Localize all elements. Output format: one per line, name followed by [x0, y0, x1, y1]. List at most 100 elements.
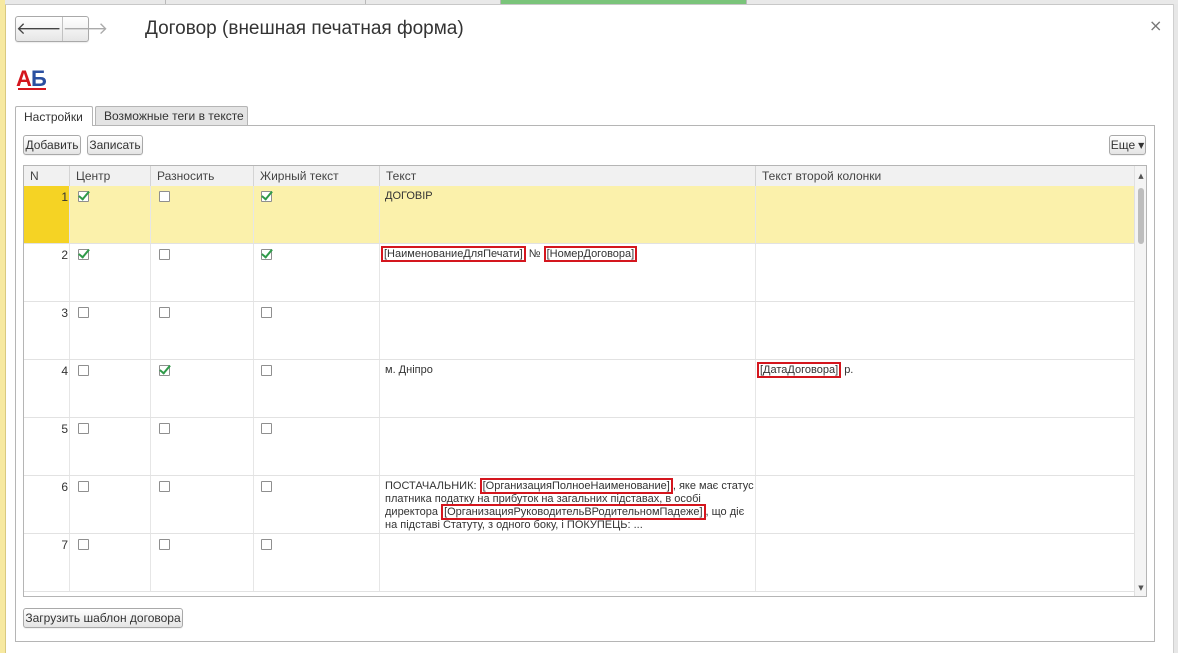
more-button[interactable]: Еще ▼ — [1109, 135, 1146, 155]
cell-text2[interactable] — [756, 418, 1134, 475]
cell-spread — [151, 186, 254, 243]
column-header-center[interactable]: Центр — [70, 166, 151, 186]
center-checkbox[interactable] — [78, 365, 89, 376]
window-tab[interactable] — [365, 0, 501, 4]
navigation-buttons: 🡐 🡒 — [15, 16, 108, 42]
cell-spread — [151, 418, 254, 475]
cell-n: 6 — [24, 476, 70, 533]
cell-spread — [151, 244, 254, 301]
table-row[interactable]: 5 — [24, 418, 1134, 476]
spread-checkbox[interactable] — [159, 423, 170, 434]
logo-letter-a: А — [16, 66, 32, 91]
center-checkbox[interactable] — [78, 481, 89, 492]
cell-center — [70, 186, 151, 243]
close-icon: × — [1149, 16, 1163, 35]
cell-text2[interactable] — [756, 534, 1134, 591]
save-button[interactable]: Записать — [87, 135, 143, 155]
cell-bold — [254, 418, 380, 475]
table-row[interactable]: 6 ПОСТАЧАЛЬНИК: [ОрганизацияПолноеНаимен… — [24, 476, 1134, 534]
spread-checkbox[interactable] — [159, 481, 170, 492]
table-row[interactable]: 3 — [24, 302, 1134, 360]
window-tab[interactable] — [5, 0, 166, 4]
column-header-text2[interactable]: Текст второй колонки — [756, 166, 1134, 186]
close-button[interactable]: × — [1149, 16, 1162, 35]
table-scrollbar[interactable]: ▲ ▼ — [1134, 166, 1146, 596]
column-header-text[interactable]: Текст — [380, 166, 756, 186]
cell-bold — [254, 186, 380, 243]
cell-text[interactable] — [380, 302, 756, 359]
scroll-up-icon[interactable]: ▲ — [1135, 170, 1146, 182]
table-row[interactable]: 4 м. Дніпро [ДатаДоговора] р. — [24, 360, 1134, 418]
cell-text2[interactable] — [756, 476, 1134, 533]
bold-checkbox[interactable] — [261, 481, 272, 492]
text-fragment: ПОСТАЧАЛЬНИК: — [385, 480, 480, 492]
load-template-button[interactable]: Загрузить шаблон договора — [23, 608, 183, 628]
tag-name-for-print: [НаименованиеДляПечати] — [381, 246, 526, 262]
column-header-spread[interactable]: Разносить — [151, 166, 254, 186]
number-sign: № — [528, 248, 541, 260]
cell-center — [70, 476, 151, 533]
tab-possible-tags[interactable]: Возможные теги в тексте — [95, 106, 248, 125]
scroll-down-icon[interactable]: ▼ — [1135, 582, 1146, 594]
tag-org-full-name: [ОрганизацияПолноеНаименование] — [479, 478, 673, 494]
cell-center — [70, 244, 151, 301]
logo-letter-b: Б — [31, 66, 47, 91]
forward-button[interactable]: 🡒 — [61, 17, 108, 41]
bold-checkbox[interactable] — [261, 307, 272, 318]
more-button-label: Еще — [1110, 138, 1136, 152]
cell-bold — [254, 476, 380, 533]
row-text: [НаименованиеДляПечати] № [НомерДоговора… — [381, 246, 638, 262]
scroll-thumb[interactable] — [1138, 188, 1144, 244]
cell-n: 2 — [24, 244, 70, 301]
center-checkbox[interactable] — [78, 539, 89, 550]
cell-bold — [254, 244, 380, 301]
center-checkbox[interactable] — [78, 249, 89, 260]
row-number: 2 — [61, 248, 68, 262]
center-checkbox[interactable] — [78, 191, 89, 202]
top-window-tabs — [5, 0, 1178, 5]
add-button[interactable]: Добавить — [23, 135, 81, 155]
cell-text[interactable] — [380, 418, 756, 475]
cell-text[interactable]: м. Дніпро — [380, 360, 756, 417]
bold-checkbox[interactable] — [261, 423, 272, 434]
row-text: ПОСТАЧАЛЬНИК: [ОрганизацияПолноеНаименов… — [385, 478, 755, 532]
cell-text2[interactable] — [756, 186, 1134, 243]
table-row[interactable]: 7 — [24, 534, 1134, 592]
spread-checkbox[interactable] — [159, 249, 170, 260]
cell-text2[interactable] — [756, 244, 1134, 301]
spread-checkbox[interactable] — [159, 307, 170, 318]
table-header: N Центр Разносить Жирный текст Текст Тек… — [24, 166, 1134, 187]
cell-n: 3 — [24, 302, 70, 359]
bold-checkbox[interactable] — [261, 191, 272, 202]
cell-center — [70, 534, 151, 591]
chevron-down-icon: ▼ — [1138, 140, 1145, 150]
window-tab[interactable] — [165, 0, 366, 4]
back-button[interactable]: 🡐 — [16, 17, 62, 41]
center-checkbox[interactable] — [78, 307, 89, 318]
cell-text[interactable]: ПОСТАЧАЛЬНИК: [ОрганизацияПолноеНаименов… — [380, 476, 756, 533]
cell-text2[interactable] — [756, 302, 1134, 359]
bold-checkbox[interactable] — [261, 539, 272, 550]
bold-checkbox[interactable] — [261, 365, 272, 376]
row-number: 1 — [61, 190, 68, 204]
spread-checkbox[interactable] — [159, 191, 170, 202]
table-row[interactable]: 2 [НаименованиеДляПечати] № [НомерДогово… — [24, 244, 1134, 302]
left-panel-edge — [0, 0, 6, 653]
bold-checkbox[interactable] — [261, 249, 272, 260]
tag-contract-date: [ДатаДоговора] — [757, 362, 842, 378]
cell-text2[interactable]: [ДатаДоговора] р. — [756, 360, 1134, 417]
row-text2: [ДатаДоговора] р. — [757, 362, 853, 378]
cell-text[interactable]: ДОГОВІР — [380, 186, 756, 243]
center-checkbox[interactable] — [78, 423, 89, 434]
cell-bold — [254, 302, 380, 359]
spread-checkbox[interactable] — [159, 539, 170, 550]
tag-contract-number: [НомерДоговора] — [543, 246, 638, 262]
table-row[interactable]: 1 ДОГОВІР — [24, 186, 1134, 244]
cell-text[interactable] — [380, 534, 756, 591]
tab-settings[interactable]: Настройки — [15, 106, 93, 126]
column-header-bold[interactable]: Жирный текст — [254, 166, 380, 186]
column-header-n[interactable]: N — [24, 166, 70, 186]
window-tab-active[interactable] — [501, 0, 747, 4]
cell-text[interactable]: [НаименованиеДляПечати] № [НомерДоговора… — [380, 244, 756, 301]
spread-checkbox[interactable] — [159, 365, 170, 376]
